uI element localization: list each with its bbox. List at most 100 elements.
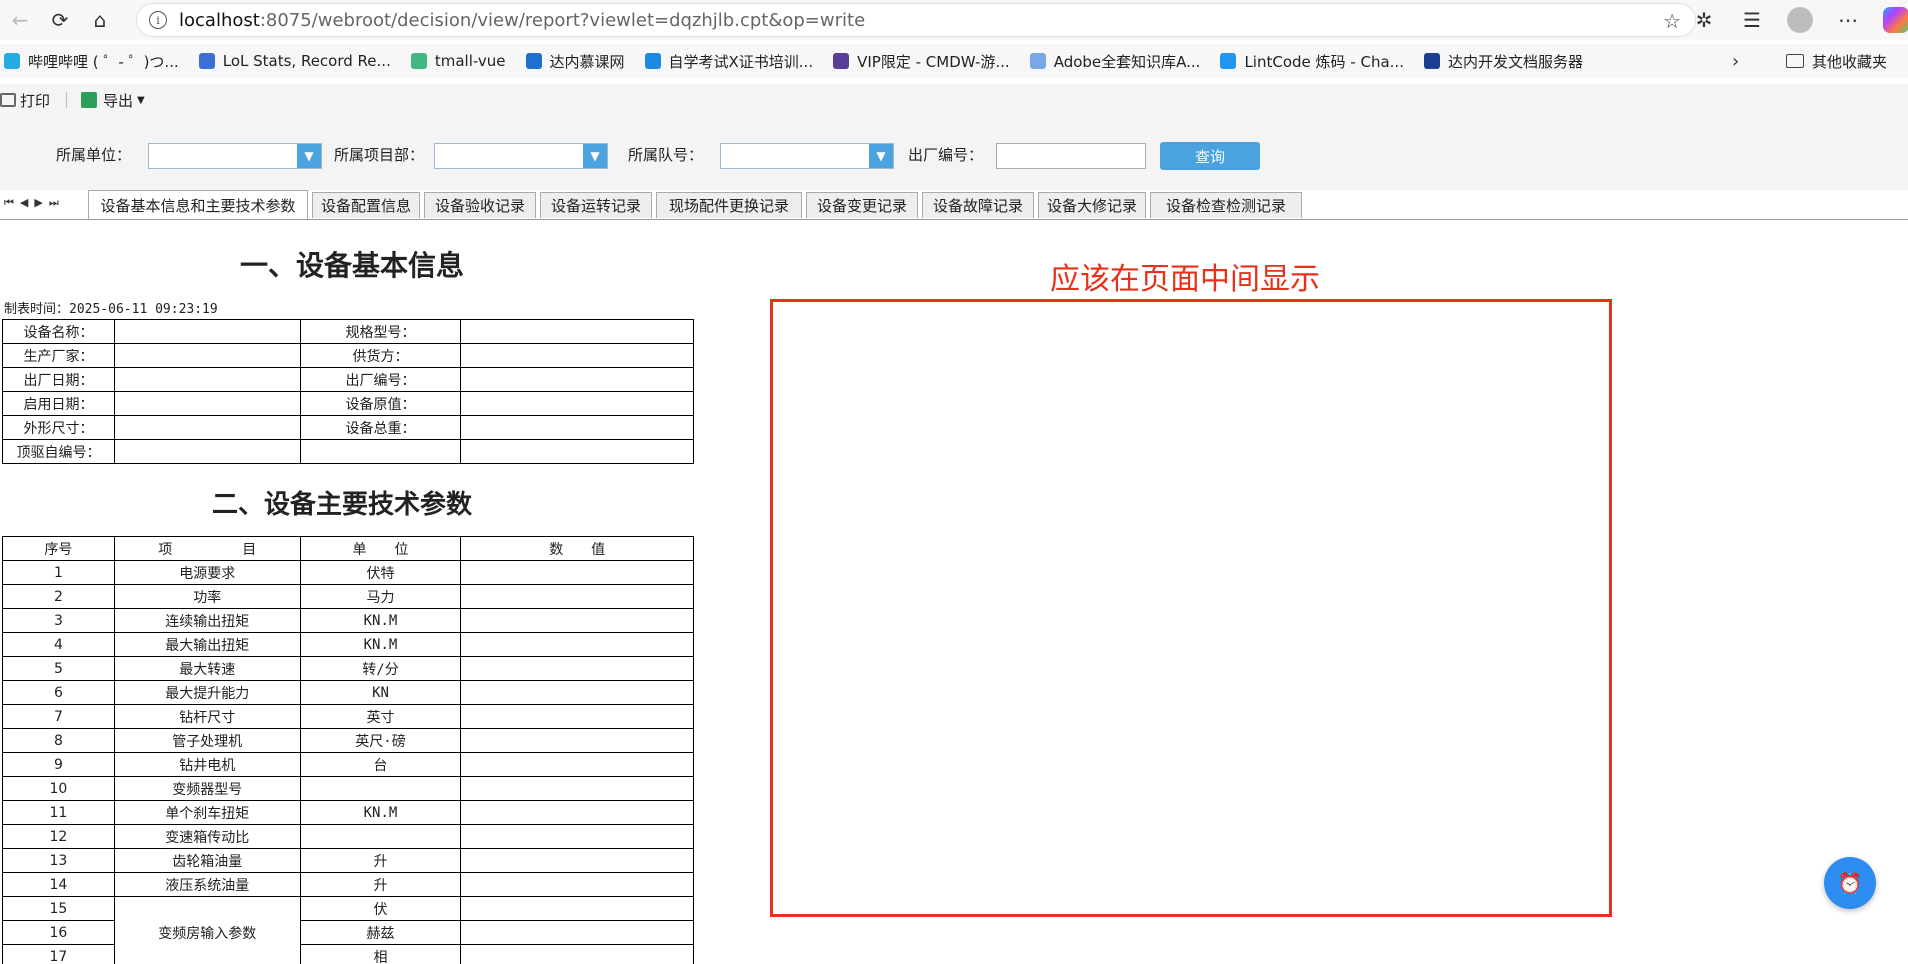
field-value[interactable] [113, 439, 301, 464]
field-value[interactable] [113, 343, 301, 368]
table-row: 生产厂家： 供货方： [2, 343, 694, 368]
field-value[interactable] [460, 439, 694, 464]
extensions-icon[interactable]: ✲ [1680, 0, 1728, 40]
copilot-icon[interactable] [1872, 0, 1908, 40]
team-select[interactable]: ▼ [720, 143, 894, 169]
table-cell: 齿轮箱油量 [113, 848, 301, 873]
value-cell[interactable] [460, 560, 694, 585]
home-icon[interactable]: ⌂ [80, 0, 120, 40]
bookmark-item[interactable]: 达内开发文档服务器 [1423, 51, 1583, 72]
value-cell[interactable] [460, 728, 694, 753]
table-cell: 赫兹 [299, 920, 462, 945]
value-cell[interactable] [460, 776, 694, 801]
value-cell[interactable] [460, 800, 694, 825]
table-cell: 液压系统油量 [113, 872, 301, 897]
tab-8[interactable]: 设备检查检测记录 [1150, 192, 1302, 218]
other-bookmarks-label: 其他收藏夹 [1812, 52, 1888, 71]
bookmark-item[interactable]: LoL Stats, Record Re... [198, 52, 391, 70]
value-cell[interactable] [460, 608, 694, 633]
project-label: 所属项目部： [334, 146, 425, 164]
more-menu-icon[interactable]: ⋯ [1824, 0, 1872, 40]
value-cell[interactable] [460, 944, 694, 964]
first-tab-icon[interactable]: ⏮ [4, 196, 14, 210]
project-select[interactable]: ▼ [434, 143, 608, 169]
dropdown-arrow-icon[interactable]: ▼ [583, 144, 607, 168]
next-tab-icon[interactable]: ▶ [34, 196, 42, 210]
other-bookmarks[interactable]: 其他收藏夹 [1786, 44, 1887, 78]
tab-7[interactable]: 设备大修记录 [1038, 192, 1146, 218]
value-cell[interactable] [460, 632, 694, 657]
tab-0[interactable]: 设备基本信息和主要技术参数 [88, 190, 308, 219]
value-cell[interactable] [460, 680, 694, 705]
bookmark-label: Adobe全套知识库A... [1053, 52, 1201, 71]
bookmark-item[interactable]: Adobe全套知识库A... [1029, 51, 1201, 72]
table-cell: 钻杆尺寸 [113, 704, 301, 729]
value-cell[interactable] [460, 848, 694, 873]
tab-6[interactable]: 设备故障记录 [922, 192, 1034, 218]
table-row: 13 齿轮箱油量升 [2, 848, 694, 873]
field-value[interactable] [460, 319, 694, 344]
tab-2[interactable]: 设备验收记录 [424, 192, 536, 218]
serial-input[interactable] [996, 143, 1146, 169]
url-host: localhost [179, 9, 260, 31]
reload-icon[interactable]: ⟳ [40, 0, 80, 40]
bookmark-item[interactable]: 哔哩哔哩 ( ゜- ゜)つ... [4, 51, 179, 72]
favorites-icon[interactable]: ☰ [1728, 0, 1776, 40]
table-cell: 14 [2, 872, 115, 897]
bookmark-item[interactable]: 自学考试X证书培训... [644, 51, 813, 72]
table-cell: 17 [2, 944, 115, 964]
table-row: 3 连续输出扭矩 KN.M [2, 608, 694, 633]
bookmark-item[interactable]: VIP限定 - CMDW-游... [833, 51, 1010, 72]
value-cell[interactable] [460, 896, 694, 921]
unit-select[interactable]: ▼ [148, 143, 322, 169]
printer-icon [0, 93, 16, 107]
bookmarks-overflow-icon[interactable]: › [1732, 44, 1739, 78]
favorite-star-icon[interactable]: ☆ [1663, 9, 1681, 33]
value-cell[interactable] [460, 752, 694, 777]
table-cell [299, 776, 462, 801]
value-cell[interactable] [460, 920, 694, 945]
field-label: 顶驱自编号： [2, 439, 115, 464]
value-cell[interactable] [460, 872, 694, 897]
field-value[interactable] [113, 367, 301, 392]
address-bar[interactable]: i localhost:8075/webroot/decision/view/r… [136, 3, 1696, 37]
field-value[interactable] [113, 391, 301, 416]
table-cell: 功率 [113, 584, 301, 609]
field-value[interactable] [460, 367, 694, 392]
field-value[interactable] [113, 415, 301, 440]
site-info-icon[interactable]: i [149, 11, 167, 29]
field-label: 出厂编号： [299, 367, 462, 392]
dropdown-arrow-icon[interactable]: ▼ [869, 144, 893, 168]
field-value[interactable] [460, 391, 694, 416]
back-icon[interactable]: ← [0, 0, 40, 40]
table-row: 1 电源要求 伏特 [2, 560, 694, 585]
print-button[interactable]: 打印 [0, 90, 50, 111]
dropdown-arrow-icon[interactable]: ▼ [297, 144, 321, 168]
export-button[interactable]: 导出 ▼ [73, 90, 145, 111]
value-cell[interactable] [460, 656, 694, 681]
value-cell[interactable] [460, 584, 694, 609]
alert-float-button[interactable]: ⏰ [1824, 857, 1876, 909]
table-cell: 单个刹车扭矩 [113, 800, 301, 825]
prev-tab-icon[interactable]: ◀ [20, 196, 28, 210]
tab-4[interactable]: 现场配件更换记录 [656, 192, 802, 218]
profile-avatar[interactable] [1776, 0, 1824, 40]
bookmark-item[interactable]: 达内慕课网 [525, 51, 625, 72]
bookmark-item[interactable]: tmall-vue [410, 52, 506, 70]
value-cell[interactable] [460, 824, 694, 849]
field-value[interactable] [460, 415, 694, 440]
query-button[interactable]: 查询 [1160, 142, 1260, 170]
tab-3[interactable]: 设备运转记录 [540, 192, 652, 218]
bookmark-label: 哔哩哔哩 ( ゜- ゜)つ... [28, 52, 179, 71]
folder-icon [1786, 54, 1804, 68]
bookmark-item[interactable]: LintCode 炼码 - Cha... [1220, 51, 1404, 72]
field-value[interactable] [460, 343, 694, 368]
value-cell[interactable] [460, 704, 694, 729]
tab-5[interactable]: 设备变更记录 [806, 192, 918, 218]
bookmark-label: 达内慕课网 [549, 52, 625, 71]
last-tab-icon[interactable]: ⏭ [49, 196, 59, 210]
tab-1[interactable]: 设备配置信息 [312, 192, 420, 218]
field-value[interactable] [113, 319, 301, 344]
export-label: 导出 [103, 91, 134, 110]
bookmarks-bar: 哔哩哔哩 ( ゜- ゜)つ... LoL Stats, Record Re... t… [0, 44, 1908, 78]
